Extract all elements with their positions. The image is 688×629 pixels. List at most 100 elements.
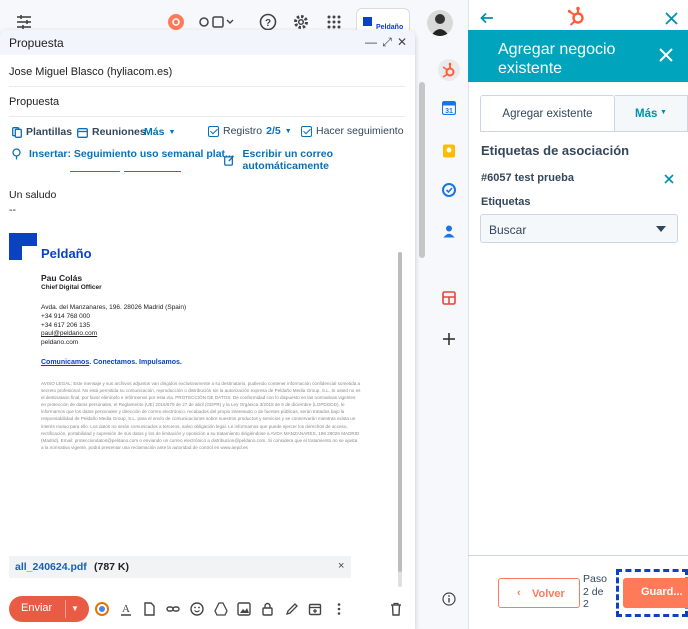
tagline-link[interactable]: Comunicamos	[41, 359, 89, 366]
hubspot-sidebar-icon[interactable]	[438, 59, 460, 81]
greeting-text: Un saludo	[9, 189, 57, 201]
send-options-icon[interactable]: ▼	[71, 604, 79, 613]
drive-icon[interactable]	[213, 601, 229, 617]
calendar-icon	[77, 127, 88, 138]
log-label: Registro	[223, 125, 263, 137]
close-dialog-icon[interactable]	[659, 48, 673, 62]
image-icon[interactable]	[236, 601, 252, 617]
labels-select[interactable]: Buscar	[480, 214, 678, 243]
compose-header: Propuesta — ⤢ ✕	[0, 30, 415, 55]
close-panel-icon[interactable]	[665, 12, 678, 25]
signature-address: Avda. del Manzanares, 196. 28026 Madrid …	[41, 304, 187, 311]
write-auto-button[interactable]: Escribir un correo automáticamente	[224, 148, 415, 172]
log-value[interactable]: 2/5	[266, 125, 281, 137]
hubspot-logo-icon	[567, 6, 587, 26]
calendar-app-icon[interactable]: 31	[441, 100, 457, 116]
remove-deal-icon[interactable]	[664, 174, 674, 184]
follow-up-checkbox[interactable]	[301, 125, 312, 137]
back-button[interactable]: ‹ Volver	[498, 578, 580, 608]
labels-title: Etiquetas	[481, 196, 531, 208]
chevron-left-icon: ‹	[517, 587, 521, 599]
keep-app-icon[interactable]	[441, 143, 457, 159]
signature-web-link[interactable]: peldano.com	[41, 339, 78, 348]
caret-down-icon	[656, 226, 666, 232]
svg-text:A: A	[122, 603, 130, 615]
page-scrollbar-thumb[interactable]	[419, 82, 425, 258]
send-button[interactable]: Enviar ▼	[9, 596, 89, 622]
signature-role: Chief Digital Officer	[41, 284, 102, 291]
log-checkbox[interactable]	[208, 125, 219, 137]
back-arrow-icon[interactable]	[480, 11, 494, 25]
tab-label: Más	[635, 108, 658, 120]
edit-icon	[224, 155, 235, 166]
signature-tagline: Comunicamos. Conectamos. Impulsamos.	[41, 359, 182, 368]
close-icon[interactable]: ✕	[395, 34, 409, 50]
layout-app-icon[interactable]	[441, 290, 457, 306]
contacts-app-icon[interactable]	[441, 223, 457, 239]
attachment-size: (787 K)	[94, 561, 130, 573]
tab-mas[interactable]: Más ▼	[615, 95, 688, 132]
signature-name: Pau Colás	[41, 273, 83, 283]
add-app-icon[interactable]	[441, 331, 457, 347]
footer-divider	[468, 555, 688, 556]
avatar[interactable]	[427, 10, 453, 36]
underline-decoration	[70, 171, 120, 172]
text-format-icon[interactable]: A	[118, 601, 134, 617]
insert-sequence-button[interactable]: Insertar: Seguimiento uso semanal plat..…	[12, 148, 234, 160]
to-field[interactable]: Jose Miguel Blasco (hyliacom.es)	[9, 66, 172, 78]
log-toggle[interactable]: Registro 2/5 ▼	[208, 125, 292, 137]
caret-down-icon: ▼	[660, 109, 667, 116]
tab-agregar-existente[interactable]: Agregar existente	[480, 95, 615, 132]
svg-text:?: ?	[265, 18, 271, 29]
compose-title: Propuesta	[9, 36, 64, 50]
follow-up-label: Hacer seguimiento	[316, 125, 404, 137]
body-scrollbar[interactable]	[398, 252, 402, 587]
signature-separator: --	[9, 204, 16, 216]
lock-timer-icon[interactable]	[260, 601, 276, 617]
select-placeholder: Buscar	[489, 223, 527, 237]
hubspot-color-icon[interactable]	[94, 601, 110, 617]
more-label: Más	[144, 126, 165, 138]
attachment-name[interactable]: all_240624.pdf	[15, 561, 87, 573]
logo-wordmark: Peldaño	[41, 246, 92, 261]
tab-divider	[480, 131, 688, 132]
write-auto-label: Escribir un correo automáticamente	[242, 148, 333, 172]
emoji-icon[interactable]	[189, 601, 205, 617]
peldano-logo	[9, 233, 37, 260]
legal-notice: AVISO LEGAL: Este mensaje y sus archivos…	[41, 381, 361, 450]
link-icon[interactable]	[165, 601, 181, 617]
trash-icon[interactable]	[388, 601, 404, 617]
tagline-rest: . Conectamos. Impulsamos.	[89, 359, 182, 366]
body-scrollbar-thumb[interactable]	[398, 252, 402, 572]
templates-label: Plantillas	[26, 126, 73, 138]
divider	[9, 86, 405, 87]
caret-down-icon: ▼	[168, 128, 176, 136]
signature-pen-icon[interactable]	[284, 601, 300, 617]
template-icon	[12, 126, 22, 138]
page-scrollbar[interactable]	[417, 44, 427, 629]
follow-up-toggle[interactable]: Hacer seguimiento	[301, 125, 404, 137]
svg-text:31: 31	[445, 108, 453, 115]
templates-button[interactable]: Plantillas	[12, 126, 72, 138]
save-button[interactable]: Guard...	[623, 578, 688, 608]
underline-decoration	[124, 171, 181, 172]
signature-email-link[interactable]: paul@peldano.com	[41, 330, 97, 339]
attachment-chip[interactable]: all_240624.pdf (787 K) ×	[9, 556, 351, 578]
save-label: Guard...	[641, 586, 683, 598]
caret-down-icon: ▼	[284, 127, 292, 135]
attach-file-icon[interactable]	[141, 601, 157, 617]
insert-sequence-label: Insertar: Seguimiento uso semanal plat..…	[29, 148, 234, 160]
info-icon[interactable]	[441, 591, 457, 607]
expand-icon[interactable]: ⤢	[380, 34, 394, 50]
more-options-icon[interactable]	[331, 601, 347, 617]
subject-field[interactable]: Propuesta	[9, 96, 59, 108]
remove-attachment-icon[interactable]: ×	[338, 560, 344, 572]
send-label: Enviar	[21, 602, 53, 614]
minimize-icon[interactable]: —	[364, 34, 378, 50]
schedule-calendar-icon[interactable]	[307, 601, 323, 617]
section-title: Etiquetas de asociación	[481, 143, 630, 158]
meetings-button[interactable]: Reuniones	[77, 126, 146, 138]
more-menu-button[interactable]: Más ▼	[144, 126, 175, 138]
tasks-app-icon[interactable]	[441, 182, 457, 198]
tab-label: Agregar existente	[502, 108, 593, 120]
